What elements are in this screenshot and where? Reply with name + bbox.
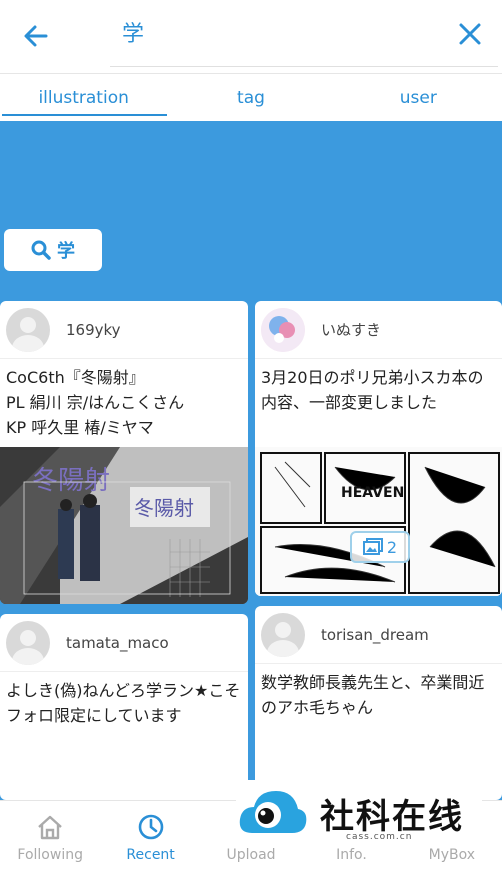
art-title-text: 冬陽射 xyxy=(32,466,110,496)
search-bar: 学 xyxy=(0,0,502,74)
search-icon xyxy=(31,240,51,260)
post-image[interactable]: HEAVEN 2 xyxy=(255,447,502,596)
clock-icon xyxy=(138,814,163,840)
watermark-subtitle: cass.com.cn xyxy=(346,832,413,842)
back-button[interactable] xyxy=(18,18,54,54)
avatar[interactable] xyxy=(261,307,305,352)
tab-tag[interactable]: tag xyxy=(167,76,334,122)
nav-label: Info. xyxy=(336,847,367,863)
home-icon xyxy=(38,815,63,840)
page-count-badge: 2 xyxy=(350,531,410,563)
tag-chip-label: 学 xyxy=(57,241,75,262)
tab-illustration[interactable]: illustration xyxy=(0,76,168,122)
art-subtitle-text: 冬陽射 xyxy=(134,496,194,520)
tag-chip[interactable]: 学 xyxy=(4,229,102,271)
post-title: 3月20日のポリ兄弟小スカ本の内容、一部変更しました xyxy=(261,368,484,412)
nav-recent[interactable]: Recent xyxy=(100,801,200,870)
post-title: 数学教師長義先生と、卒業間近のアホ毛ちゃん xyxy=(261,673,485,717)
avatar[interactable] xyxy=(6,307,50,352)
close-icon xyxy=(459,23,481,45)
nav-following[interactable]: Following xyxy=(0,801,100,870)
nav-label: Following xyxy=(17,847,83,863)
post-title: CoC6th『冬陽射』 PL 絹川 宗/はんこくさん KP 呼久里 椿/ミヤマ xyxy=(6,368,185,437)
nav-label: Upload xyxy=(226,847,276,863)
watermark-title: 社科在线 xyxy=(320,796,464,837)
card-header: 169yky xyxy=(0,301,248,359)
nav-label: Recent xyxy=(126,847,175,863)
search-tabs: illustration tag user xyxy=(0,76,502,122)
images-icon xyxy=(362,538,383,555)
tab-user[interactable]: user xyxy=(335,76,502,122)
post-card[interactable]: いぬすき 3月20日のポリ兄弟小スカ本の内容、一部変更しました HEAVEN 2 xyxy=(255,301,502,596)
avatar[interactable] xyxy=(6,620,50,665)
post-image[interactable]: 冬陽射 冬陽射 xyxy=(0,447,248,604)
watermark: 社科在线 cass.com.cn xyxy=(236,780,482,846)
page-count: 2 xyxy=(386,537,398,557)
avatar[interactable] xyxy=(261,612,305,657)
username[interactable]: tamata_maco xyxy=(66,634,169,652)
cloud-eye-logo xyxy=(239,791,307,833)
post-card[interactable]: 169yky CoC6th『冬陽射』 PL 絹川 宗/はんこくさん KP 呼久里… xyxy=(0,301,248,604)
card-header: tamata_maco xyxy=(0,614,248,672)
username[interactable]: torisan_dream xyxy=(321,626,429,644)
username[interactable]: いぬすき xyxy=(321,319,381,340)
nav-label: MyBox xyxy=(428,847,476,863)
search-underline xyxy=(110,66,498,67)
card-header: torisan_dream xyxy=(255,606,502,664)
card-header: いぬすき xyxy=(255,301,502,359)
svg-text:HEAVEN: HEAVEN xyxy=(341,485,404,501)
clear-button[interactable] xyxy=(452,16,488,52)
back-arrow-icon xyxy=(24,25,48,47)
username[interactable]: 169yky xyxy=(66,321,121,339)
post-card[interactable]: torisan_dream 数学教師長義先生と、卒業間近のアホ毛ちゃん xyxy=(255,606,502,800)
search-input[interactable]: 学 xyxy=(122,16,144,48)
post-title: よしき(偽)ねんどろ学ラン★こそフォロ限定にしています xyxy=(6,681,241,725)
post-card[interactable]: tamata_maco よしき(偽)ねんどろ学ラン★こそフォロ限定にしています xyxy=(0,614,248,800)
